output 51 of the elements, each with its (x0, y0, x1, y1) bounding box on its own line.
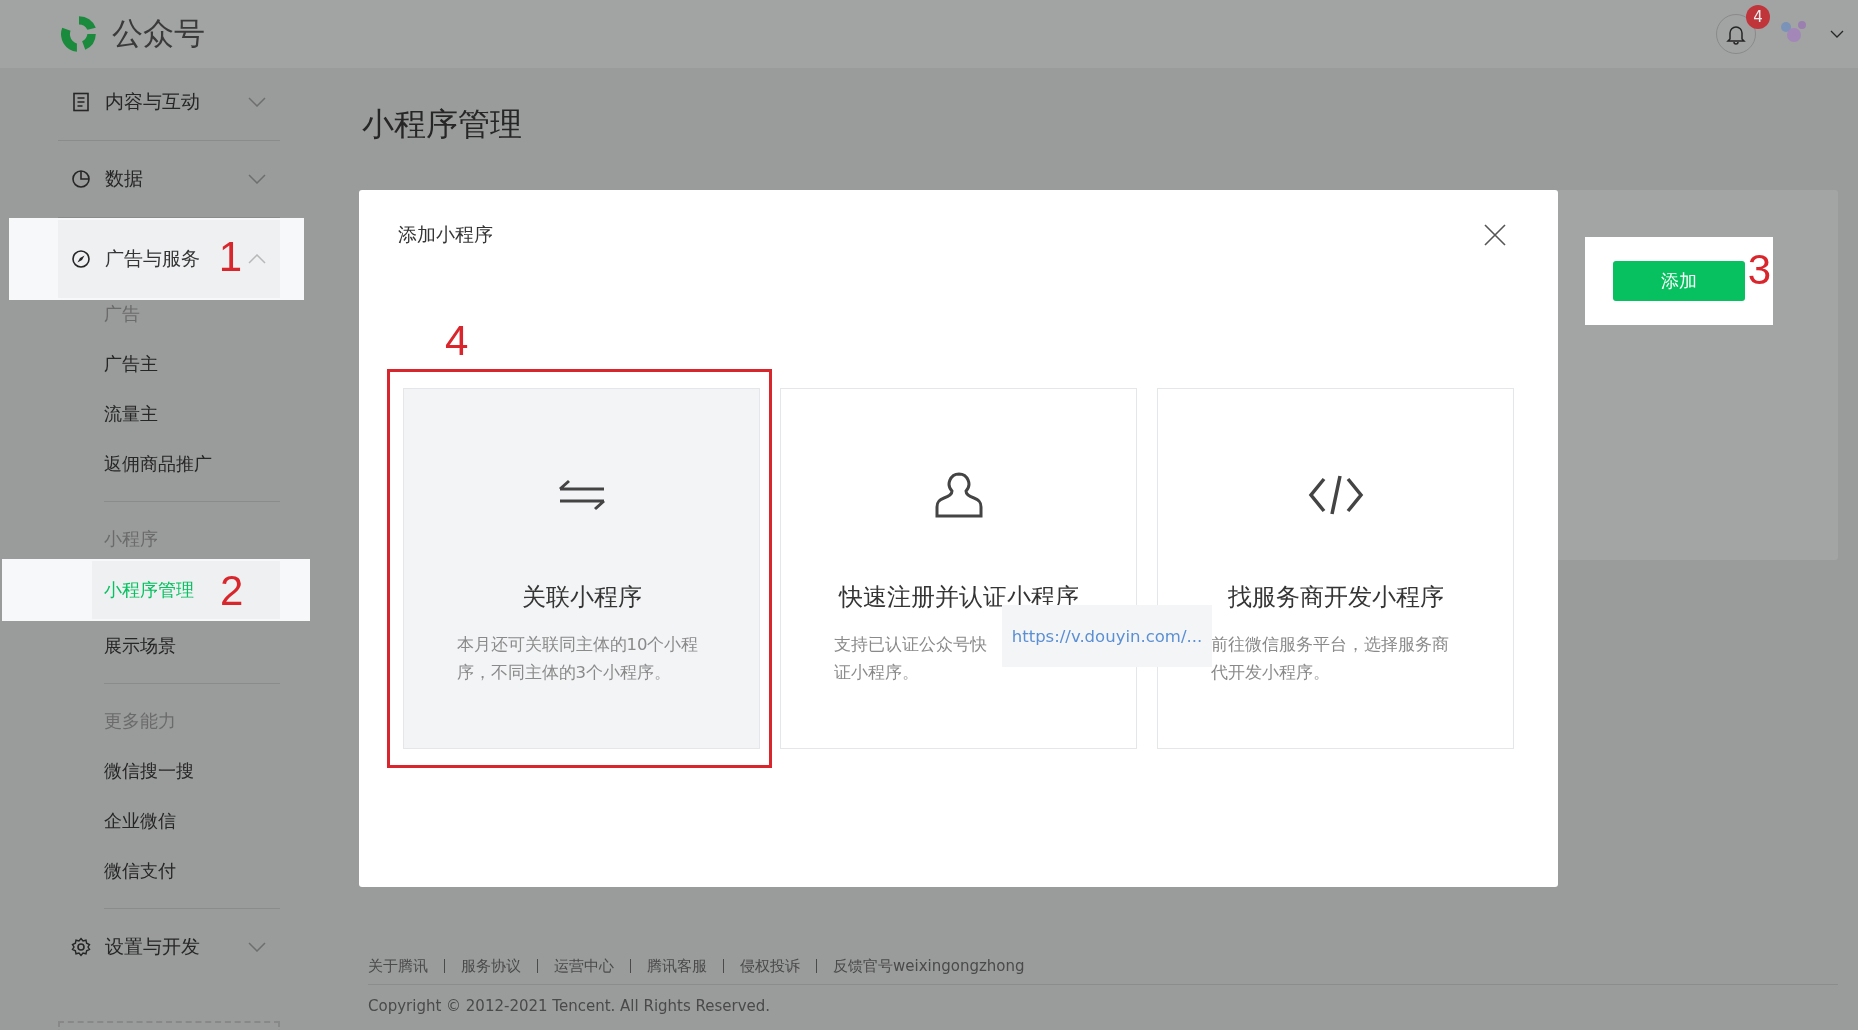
step-number: 1 (218, 236, 242, 278)
copyright-text: Copyright © 2012-2021 Tencent. All Rights Reserved. (368, 997, 772, 1015)
link-tooltip[interactable]: https://v.douyin.com/... (1002, 605, 1212, 667)
notification-badge: 4 (1746, 5, 1770, 29)
menu-group[interactable]: 内容与互动 (58, 64, 280, 140)
chevron-down-icon[interactable] (1830, 30, 1844, 38)
footer-link[interactable]: 反馈官号weixingongzhong (833, 956, 1025, 976)
close-icon[interactable] (1483, 223, 1507, 247)
menu-group-label: 数据 (105, 166, 143, 191)
menu-group[interactable]: 数据 (58, 141, 280, 217)
menu-group-label: 内容与互动 (105, 89, 200, 114)
menu-item[interactable]: 返佣商品推广 (0, 439, 310, 489)
chevron-up-icon (248, 254, 266, 264)
page-title: 小程序管理 (362, 104, 523, 145)
chevron-down-icon (248, 174, 266, 184)
user-icon (933, 470, 984, 520)
document-icon (71, 92, 91, 112)
card-title: 关联小程序 (521, 582, 642, 613)
chevron-down-icon (248, 942, 266, 952)
logo-text: 公众号 (112, 14, 205, 53)
card-title: 找服务商开发小程序 (1227, 582, 1444, 613)
card-description: 支持已认证公众号快 (833, 634, 987, 656)
card-description: 前往微信服务平台，选择服务商 (1210, 634, 1449, 656)
menu-group-label: 设置与开发 (105, 934, 200, 959)
dialog-title: 添加小程序 (398, 222, 493, 247)
step-number: 3 (1747, 249, 1771, 291)
pie-chart-icon (71, 169, 91, 189)
footer-link[interactable]: 服务协议 (461, 956, 521, 976)
menu-item[interactable]: 微信支付 (0, 846, 310, 896)
card-description: 代开发小程序。 (1210, 662, 1330, 684)
menu-item[interactable]: 流量主 (0, 389, 310, 439)
gear-icon (71, 937, 91, 957)
menu-item[interactable]: 展示场景 (0, 621, 310, 671)
option-card[interactable]: 关联小程序 本月还可关联同主体的10个小程 序，不同主体的3个小程序。 (403, 388, 760, 749)
step-number: 2 (220, 570, 244, 612)
chevron-down-icon (248, 97, 266, 107)
card-description: 本月还可关联同主体的10个小程 (456, 634, 699, 656)
card-description: 证小程序。 (833, 662, 919, 684)
footer-link[interactable]: 运营中心 (554, 956, 614, 976)
menu-group-label: 广告与服务 (105, 246, 200, 271)
menu-item[interactable]: 微信搜一搜 (0, 746, 310, 796)
menu-item[interactable]: 广告主 (0, 339, 310, 389)
menu-item[interactable]: 企业微信 (0, 796, 310, 846)
menu-group[interactable]: 广告与服务 1 (58, 220, 280, 298)
card-description: 序，不同主体的3个小程序。 (456, 662, 671, 684)
footer-link[interactable]: 腾讯客服 (647, 956, 707, 976)
footer-link[interactable]: 侵权投诉 (740, 956, 800, 976)
menu-group[interactable]: 设置与开发 (58, 909, 280, 985)
compass-icon (71, 249, 91, 269)
step-number: 4 (444, 316, 469, 366)
footer-link[interactable]: 关于腾讯 (368, 956, 428, 976)
